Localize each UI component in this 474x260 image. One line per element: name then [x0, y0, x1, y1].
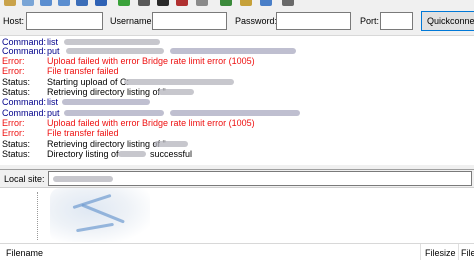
- toggle-queue-icon[interactable]: [76, 0, 88, 6]
- log-entry: Command: put: [0, 46, 474, 56]
- log-message: put: [47, 46, 60, 56]
- directory-filter-icon[interactable]: [220, 0, 232, 6]
- message-log[interactable]: Command: list Command: put Error: Upload…: [0, 37, 474, 165]
- local-file-list-header: Filename Filesize File: [0, 243, 474, 260]
- toggle-local-icon[interactable]: [95, 0, 107, 6]
- cancel-icon[interactable]: [157, 0, 169, 6]
- site-manager-icon[interactable]: [4, 0, 16, 6]
- log-type: Command:: [2, 46, 47, 56]
- redacted-text: [170, 48, 296, 54]
- column-divider[interactable]: [420, 244, 421, 260]
- host-label: Host:: [3, 16, 25, 26]
- quickconnect-bar: Host: Username: Password: Port: Quickcon…: [0, 7, 474, 36]
- log-type: Command:: [2, 97, 47, 107]
- log-entry: Error: File transfer failed: [0, 128, 474, 138]
- search-icon[interactable]: [282, 0, 294, 6]
- log-message: Retrieving directory listing of ": [47, 87, 166, 97]
- log-type: Error:: [2, 128, 25, 138]
- local-directory-tree[interactable]: [0, 188, 474, 242]
- port-input[interactable]: [380, 12, 413, 30]
- log-type: Status:: [2, 139, 31, 149]
- refresh-icon[interactable]: [118, 0, 130, 6]
- redacted-text: [64, 39, 160, 45]
- log-type: Status:: [2, 87, 31, 97]
- column-filename[interactable]: Filename: [6, 248, 43, 258]
- redacted-stroke: [76, 222, 114, 233]
- log-message: Directory listing of: [47, 149, 119, 159]
- log-message: Starting upload of C:: [47, 77, 130, 87]
- log-message: Retrieving directory listing of ": [47, 139, 166, 149]
- redacted-stroke: [81, 203, 125, 224]
- redacted-text: [118, 151, 146, 157]
- redacted-text: [62, 99, 150, 105]
- toggle-remote-icon[interactable]: [58, 0, 70, 6]
- log-message: list: [47, 97, 58, 107]
- process-queue-icon[interactable]: [138, 0, 150, 6]
- column-filesize[interactable]: Filesize: [425, 248, 456, 258]
- local-site-bar: Local site:: [0, 170, 474, 188]
- column-filetype[interactable]: File: [461, 248, 474, 258]
- host-input[interactable]: [26, 12, 103, 30]
- log-message-suffix: successful: [150, 149, 193, 159]
- log-entry: Status: Retrieving directory listing of …: [0, 87, 474, 97]
- log-type: Command:: [2, 108, 47, 118]
- redacted-text: [154, 141, 188, 147]
- log-message: put: [47, 108, 60, 118]
- tree-connector: [37, 192, 38, 240]
- log-type: Error:: [2, 118, 25, 128]
- password-input[interactable]: [276, 12, 351, 30]
- disconnect-icon[interactable]: [176, 0, 188, 6]
- local-site-label: Local site:: [4, 174, 45, 184]
- log-entry: Error: Upload failed with error Bridge r…: [0, 118, 474, 128]
- toolbar: [0, 0, 474, 7]
- log-entry: Error: Upload failed with error Bridge r…: [0, 56, 474, 66]
- log-message: Upload failed with error Bridge rate lim…: [47, 56, 255, 66]
- redacted-text: [158, 89, 194, 95]
- compare-icon[interactable]: [240, 0, 252, 6]
- redacted-tree-content: [50, 188, 150, 242]
- username-input[interactable]: [152, 12, 227, 30]
- log-entry: Status: Starting upload of C:: [0, 77, 474, 87]
- log-message: File transfer failed: [47, 128, 119, 138]
- log-type: Error:: [2, 56, 25, 66]
- redacted-text: [64, 110, 164, 116]
- log-entry: Status: Directory listing of successful: [0, 149, 474, 159]
- log-entry: Command: list: [0, 97, 474, 107]
- local-site-path-input[interactable]: [48, 171, 472, 186]
- redacted-text: [124, 79, 234, 85]
- log-type: Status:: [2, 149, 31, 159]
- log-entry: Status: Retrieving directory listing of …: [0, 139, 474, 149]
- log-message: File transfer failed: [47, 66, 119, 76]
- log-message: Upload failed with error Bridge rate lim…: [47, 118, 255, 128]
- quickconnect-button[interactable]: Quickconnect: [421, 11, 474, 31]
- reconnect-icon[interactable]: [196, 0, 208, 6]
- port-label: Port:: [360, 16, 380, 26]
- toggle-tree-icon[interactable]: [40, 0, 52, 6]
- log-entry: Error: File transfer failed: [0, 66, 474, 76]
- password-label: Password:: [235, 16, 278, 26]
- redacted-text: [170, 110, 300, 116]
- log-type: Error:: [2, 66, 25, 76]
- column-divider[interactable]: [458, 244, 459, 260]
- log-type: Status:: [2, 77, 31, 87]
- log-entry: Command: put: [0, 108, 474, 118]
- sync-browse-icon[interactable]: [260, 0, 272, 6]
- redacted-text: [66, 48, 164, 54]
- toggle-log-icon[interactable]: [22, 0, 34, 6]
- redacted-text: [53, 176, 113, 182]
- username-label: Username:: [110, 16, 155, 26]
